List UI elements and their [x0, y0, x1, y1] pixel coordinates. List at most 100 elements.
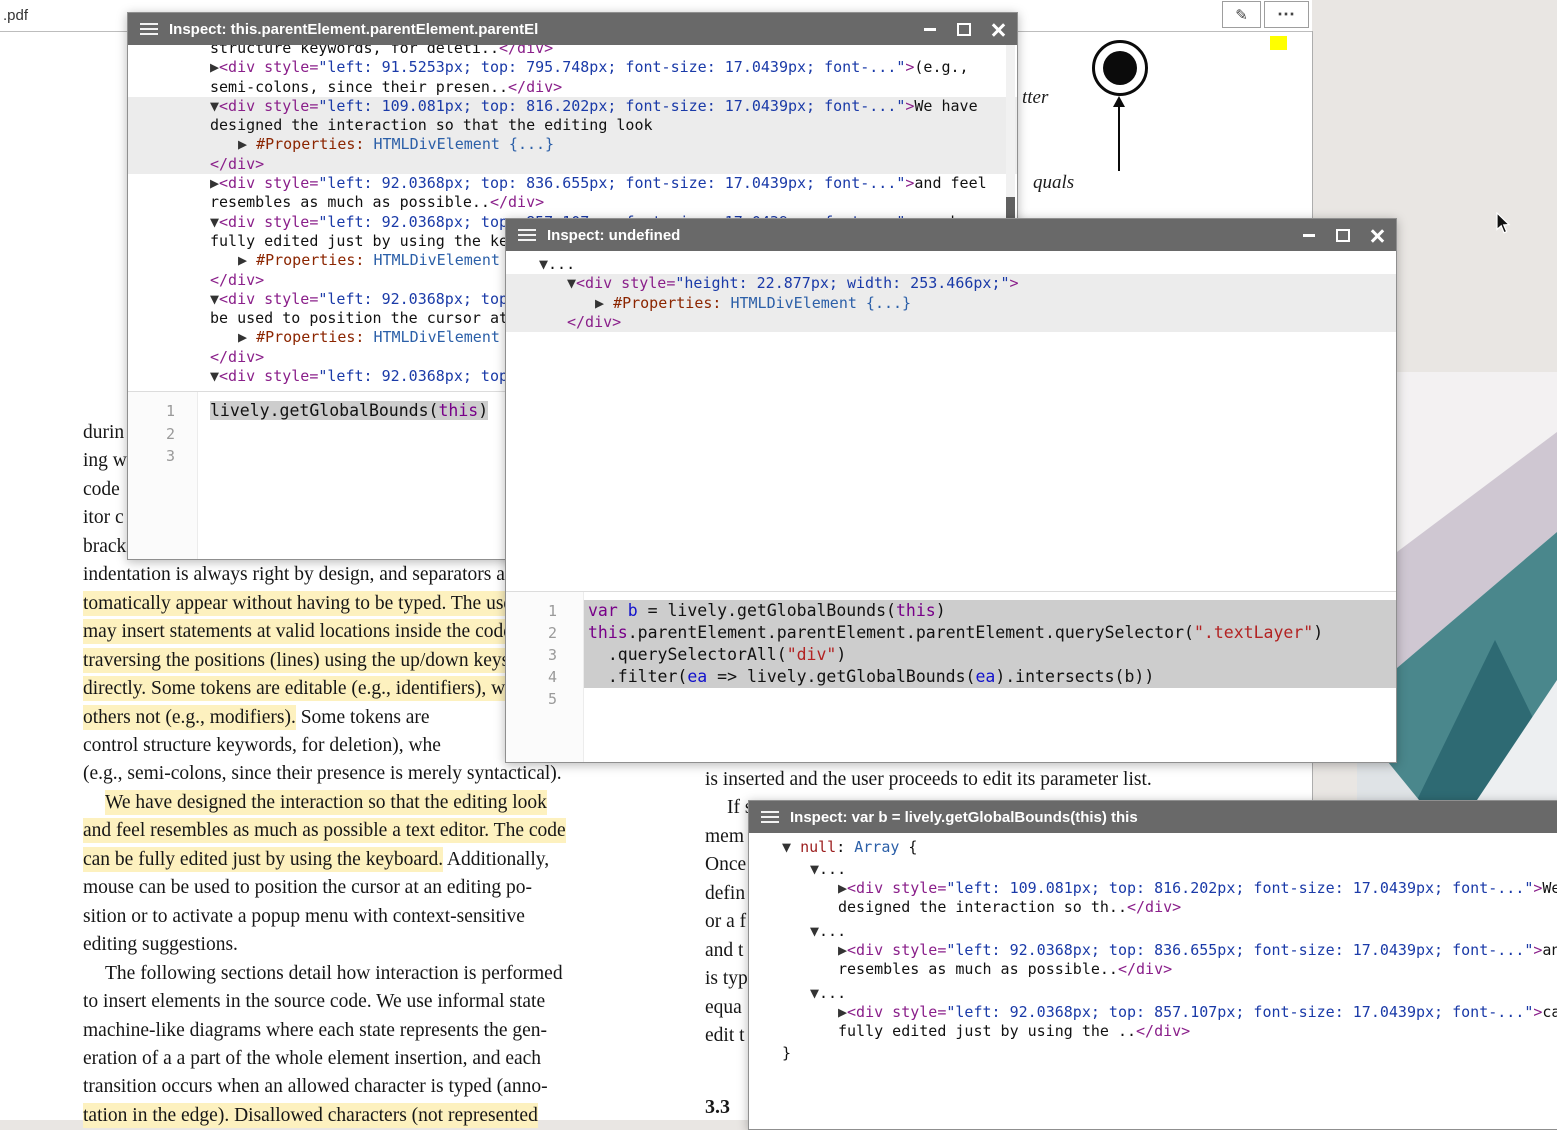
- tree-node[interactable]: fully edited just by using the ..</div>: [749, 1022, 1557, 1041]
- arrow-line: [1118, 107, 1120, 171]
- tree-node[interactable]: ▼...: [506, 255, 1396, 274]
- token: machine-like diagrams where each state r…: [83, 1020, 547, 1041]
- tree-node[interactable]: </div>: [128, 155, 1017, 174]
- tree-node[interactable]: ▶ #Properties: HTMLDivElement {...}: [128, 135, 1017, 154]
- tree-node[interactable]: ▼<div style="height: 22.877px; width: 25…: [506, 274, 1396, 293]
- tree-node[interactable]: ▼...: [749, 984, 1557, 1003]
- tree-node[interactable]: ▶<div style="left: 92.0368px; top: 836.6…: [128, 174, 1017, 193]
- token: Some tokens are: [296, 707, 430, 728]
- token: ▶: [838, 941, 847, 959]
- code-editor[interactable]: 12345 var b = lively.getGlobalBounds(thi…: [506, 591, 1396, 762]
- token: this: [588, 623, 628, 642]
- selection-handle[interactable]: [1270, 36, 1287, 50]
- token: #Properties:: [256, 251, 364, 269]
- code-line[interactable]: [584, 688, 1396, 710]
- pdf-text-line: transition occurs when an allowed charac…: [83, 1073, 703, 1101]
- end-event-circle: [1092, 40, 1148, 96]
- tree-node[interactable]: ▼<div style="left: 109.081px; top: 816.2…: [128, 97, 1017, 116]
- token: ▼: [782, 838, 800, 856]
- token: </div>: [1136, 1022, 1190, 1040]
- token: ): [1313, 623, 1323, 642]
- token: ...: [548, 255, 575, 273]
- window-titlebar[interactable]: Inspect: undefined: [506, 219, 1396, 251]
- token: </div>: [210, 348, 264, 366]
- tree-node[interactable]: ▶ #Properties: HTMLDivElement {...}: [506, 294, 1396, 313]
- token: #Properties:: [613, 294, 721, 312]
- close-button[interactable]: [991, 23, 1005, 36]
- tree-node[interactable]: designed the interaction so th..</div>: [749, 898, 1557, 917]
- tree-node[interactable]: structure keywords, for deleti..</div>: [128, 45, 1017, 58]
- menu-icon[interactable]: [518, 226, 536, 244]
- token: structure keywords, for deleti..: [210, 45, 499, 57]
- window-titlebar[interactable]: Inspect: var b = lively.getGlobalBounds(…: [749, 801, 1557, 833]
- ellipsis-icon: ⋯: [1277, 4, 1296, 25]
- menu-icon[interactable]: [761, 808, 779, 826]
- tree-node[interactable]: ▶<div style="left: 92.0368px; top: 836.6…: [749, 941, 1557, 960]
- token: may insert statements at valid locations…: [83, 619, 536, 644]
- tree-node[interactable]: </div>: [506, 313, 1396, 332]
- token: ▼: [210, 290, 219, 308]
- minimize-button[interactable]: [1302, 229, 1316, 242]
- pdf-text-line: is inserted and the user proceeds to edi…: [705, 766, 1265, 794]
- tree-node[interactable]: ▶<div style="left: 92.0368px; top: 857.1…: [749, 1003, 1557, 1022]
- minimize-button[interactable]: [923, 23, 937, 36]
- tree-node[interactable]: ▶<div style="left: 91.5253px; top: 795.7…: [128, 58, 1017, 77]
- line-number: 4: [506, 666, 557, 688]
- code-line[interactable]: var b = lively.getGlobalBounds(this): [584, 600, 1396, 622]
- code-line[interactable]: .querySelectorAll("div"): [584, 644, 1396, 666]
- token: </div>: [508, 78, 562, 96]
- token: this: [896, 601, 936, 620]
- tree-node[interactable]: resembles as much as possible..</div>: [749, 960, 1557, 979]
- token: and t: [705, 940, 743, 961]
- tree-node[interactable]: ▼...: [749, 922, 1557, 941]
- tree-node[interactable]: semi-colons, since their presen..</div>: [128, 78, 1017, 97]
- token: ▶: [838, 1003, 847, 1021]
- maximize-button[interactable]: [1336, 229, 1350, 242]
- token: <div: [847, 879, 883, 897]
- token: Once: [705, 854, 746, 875]
- token: <div: [219, 367, 255, 385]
- window-titlebar[interactable]: Inspect: this.parentElement.parentElemen…: [128, 13, 1017, 45]
- tree-node[interactable]: ▼ null: Array {: [749, 838, 1557, 857]
- edit-button[interactable]: ✎: [1222, 1, 1261, 28]
- token: Array: [854, 838, 899, 856]
- token: can: [1542, 1003, 1557, 1021]
- token: ▶: [238, 328, 256, 346]
- tree-node[interactable]: }: [749, 1044, 1557, 1063]
- tree-node[interactable]: ▶<div style="left: 109.081px; top: 816.2…: [749, 879, 1557, 898]
- token: ▶: [595, 294, 613, 312]
- menu-icon[interactable]: [140, 20, 158, 38]
- diagram-label-lower: quals: [1033, 172, 1074, 194]
- dom-tree[interactable]: ▼...▼<div style="height: 22.877px; width…: [506, 251, 1396, 595]
- token: or a f: [705, 911, 746, 932]
- more-button[interactable]: ⋯: [1264, 1, 1309, 28]
- pdf-text-line: The following sections detail how intera…: [83, 960, 703, 988]
- token: .querySelectorAll(: [588, 645, 787, 664]
- pdf-tab-title: .pdf: [3, 7, 28, 24]
- token: defin: [705, 883, 745, 904]
- token: this: [438, 401, 478, 420]
- token: <div: [219, 290, 255, 308]
- tree-node[interactable]: resembles as much as possible..</div>: [128, 193, 1017, 212]
- code-line[interactable]: this.parentElement.parentElement.parentE…: [584, 622, 1396, 644]
- token: [618, 601, 628, 620]
- token: and feel: [914, 174, 986, 192]
- token: We have designed the interaction so that…: [105, 790, 547, 815]
- token: = lively.getGlobalBounds(: [638, 601, 896, 620]
- close-button[interactable]: [1370, 229, 1384, 242]
- token: fully edited just by using the ..: [838, 1022, 1136, 1040]
- token: "left: 92.0368px; top: 836.655px; font-s…: [946, 941, 1533, 959]
- diagram-label-upper: tter: [1022, 87, 1048, 109]
- pdf-text-line: editing suggestions.: [83, 931, 703, 959]
- maximize-button[interactable]: [957, 23, 971, 36]
- token: control structure keywords, for deletion…: [83, 735, 441, 756]
- token: <div: [219, 97, 255, 115]
- token: code: [83, 479, 120, 500]
- token: is inserted and the user proceeds to edi…: [705, 769, 1152, 790]
- code-line[interactable]: .filter(ea => lively.getGlobalBounds(ea)…: [584, 666, 1396, 688]
- scrollbar-thumb[interactable]: [1006, 197, 1015, 219]
- object-tree[interactable]: ▼ null: Array {▼...▶<div style="left: 10…: [749, 833, 1557, 1129]
- tree-node[interactable]: ▼...: [749, 860, 1557, 879]
- tree-node[interactable]: designed the interaction so that the edi…: [128, 116, 1017, 135]
- editor-code[interactable]: var b = lively.getGlobalBounds(this)this…: [584, 592, 1396, 762]
